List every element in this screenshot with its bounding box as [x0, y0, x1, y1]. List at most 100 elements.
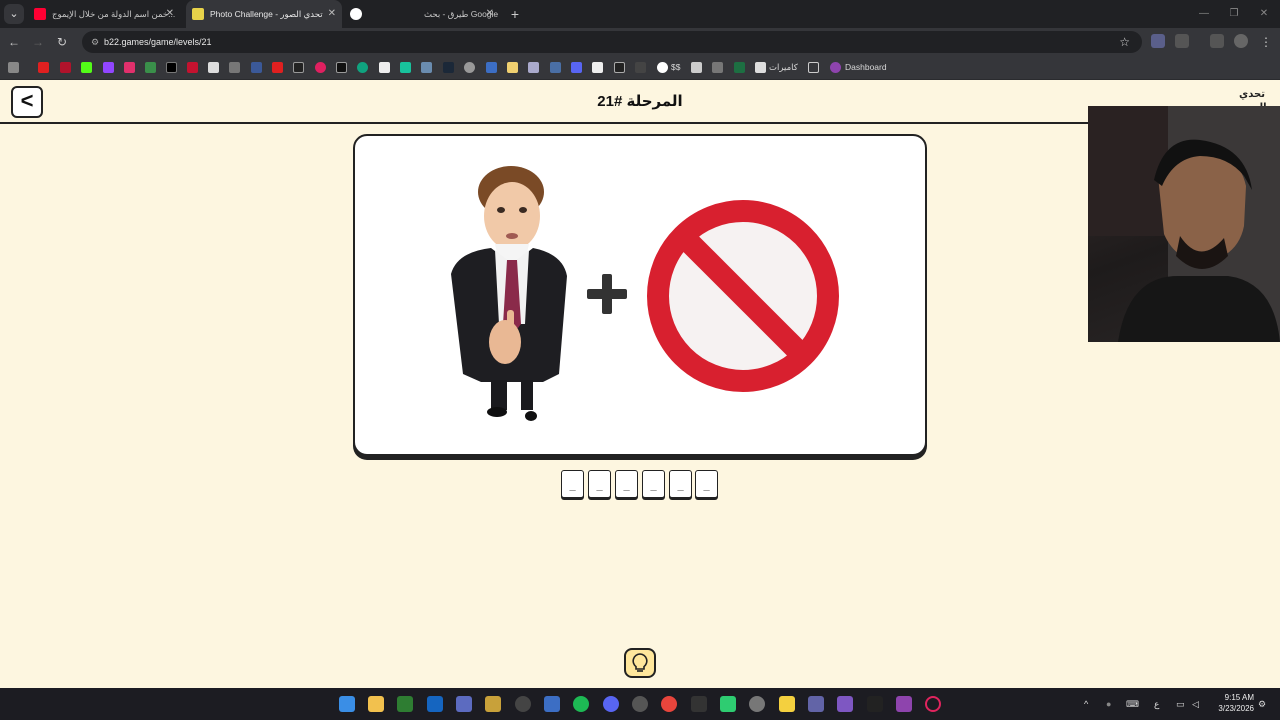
tab-search-icon[interactable]: [1210, 34, 1224, 48]
site-info-icon[interactable]: ⚙: [88, 35, 102, 49]
microphone-icon[interactable]: ●: [1106, 688, 1111, 720]
taskbar-4k-icon[interactable]: [515, 696, 531, 712]
taskbar-app-icon[interactable]: [691, 696, 707, 712]
tab-pinned[interactable]: [344, 0, 368, 28]
bookmark-icon[interactable]: [251, 62, 262, 73]
bookmark-dollar-label[interactable]: $$: [671, 56, 680, 78]
reload-icon[interactable]: ↻: [52, 32, 72, 52]
taskbar-app-icon[interactable]: [397, 696, 413, 712]
letter-slot[interactable]: _: [642, 470, 665, 498]
close-icon[interactable]: ✕: [486, 0, 494, 28]
spotify-icon[interactable]: [573, 696, 589, 712]
teams-icon[interactable]: [808, 696, 824, 712]
bookmark-icon[interactable]: [187, 62, 198, 73]
windows-start-icon[interactable]: [339, 696, 355, 712]
tab-google-search[interactable]: طيرق - بحث Google ✕: [400, 0, 500, 28]
bookmark-twitch-icon[interactable]: [103, 62, 114, 73]
taskbar-app-icon[interactable]: [544, 696, 560, 712]
chrome-icon[interactable]: [661, 696, 677, 712]
keyboard-icon[interactable]: ⌨: [1126, 688, 1139, 720]
file-explorer-icon[interactable]: [368, 696, 384, 712]
address-bar[interactable]: ⚙ b22.games/game/levels/21 ☆: [82, 31, 1142, 53]
bookmark-cameras-label[interactable]: كاميرات: [769, 56, 798, 78]
new-tab-button[interactable]: +: [505, 4, 525, 24]
bookmark-icon[interactable]: [592, 62, 603, 73]
taskbar-app-icon[interactable]: [632, 696, 648, 712]
bookmark-icon[interactable]: [315, 62, 326, 73]
taskbar-clock[interactable]: 9:15 AM 3/23/2026: [1206, 692, 1254, 714]
profile-avatar[interactable]: [1234, 34, 1248, 48]
bookmark-icon[interactable]: [357, 62, 368, 73]
close-icon[interactable]: ✕: [328, 0, 336, 28]
letter-slot[interactable]: _: [561, 470, 584, 498]
letter-slot[interactable]: _: [615, 470, 638, 498]
opera-icon[interactable]: [925, 696, 941, 712]
apps-grid-icon[interactable]: [8, 62, 19, 73]
bookmark-icon[interactable]: [145, 62, 156, 73]
volume-icon[interactable]: ◁: [1192, 688, 1199, 720]
bookmark-icon[interactable]: [379, 62, 390, 73]
maximize-icon[interactable]: ❐: [1218, 0, 1250, 28]
bookmark-instagram-icon[interactable]: [124, 62, 135, 73]
tab-search-button[interactable]: ⌄: [4, 4, 24, 24]
taskbar-app-icon[interactable]: [427, 696, 443, 712]
taskbar-app-icon[interactable]: [456, 696, 472, 712]
tray-chevron-icon[interactable]: ^: [1084, 688, 1088, 720]
taskbar-app-icon[interactable]: [867, 696, 883, 712]
tab-emoji-country[interactable]: خمن اسم الدولة من خلال الإيموج... ✕: [28, 0, 180, 28]
bookmark-icon[interactable]: [507, 62, 518, 73]
bookmark-icon[interactable]: [691, 62, 702, 73]
bookmark-icon[interactable]: [486, 62, 497, 73]
minimize-icon[interactable]: —: [1188, 0, 1220, 28]
close-icon[interactable]: ✕: [166, 0, 174, 28]
notification-icon[interactable]: ⚙: [1258, 688, 1266, 720]
bookmark-icon[interactable]: [550, 62, 561, 73]
extension-icon[interactable]: [1151, 34, 1165, 48]
bookmark-icon[interactable]: [336, 62, 347, 73]
bookmark-icon[interactable]: [400, 62, 411, 73]
forward-arrow-icon[interactable]: →: [28, 32, 48, 52]
bookmark-icon[interactable]: [293, 62, 304, 73]
bookmark-icon[interactable]: [571, 62, 582, 73]
bookmark-icon[interactable]: [272, 62, 283, 73]
bookmark-kick-icon[interactable]: [81, 62, 92, 73]
puzzle-extensions-icon[interactable]: [1175, 34, 1189, 48]
back-button[interactable]: <: [11, 86, 43, 118]
bookmark-youtube-icon[interactable]: [38, 62, 49, 73]
window-close-icon[interactable]: ✕: [1248, 0, 1280, 28]
bookmark-icon[interactable]: [755, 62, 766, 73]
menu-kebab-icon[interactable]: ⋮: [1256, 32, 1276, 52]
bookmark-google-icon[interactable]: [657, 62, 668, 73]
bookmark-icon[interactable]: [464, 62, 475, 73]
bookmark-icon[interactable]: [443, 62, 454, 73]
taskbar-app-icon[interactable]: [837, 696, 853, 712]
bookmark-x-icon[interactable]: [166, 62, 177, 73]
bookmark-icon[interactable]: [229, 62, 240, 73]
bookmark-icon[interactable]: [421, 62, 432, 73]
hint-button[interactable]: [624, 648, 656, 678]
logo-word: تحدي: [1239, 89, 1265, 100]
letter-slot[interactable]: _: [669, 470, 692, 498]
sticky-notes-icon[interactable]: [779, 696, 795, 712]
bookmark-icon[interactable]: [60, 62, 71, 73]
tab-photo-challenge[interactable]: Photo Challenge - تحدي الصور ✕: [186, 0, 342, 28]
taskbar-app-icon[interactable]: [749, 696, 765, 712]
folder-icon[interactable]: [808, 62, 819, 73]
discord-icon[interactable]: [603, 696, 619, 712]
bookmark-dashboard-label[interactable]: Dashboard: [845, 56, 887, 78]
network-icon[interactable]: ▭: [1176, 688, 1185, 720]
taskbar-app-icon[interactable]: [485, 696, 501, 712]
language-indicator[interactable]: ع: [1154, 688, 1159, 720]
bookmark-icon[interactable]: [712, 62, 723, 73]
bookmark-icon[interactable]: [635, 62, 646, 73]
bookmark-star-icon[interactable]: ☆: [1119, 31, 1130, 53]
back-arrow-icon[interactable]: ←: [4, 32, 24, 52]
letter-slot[interactable]: _: [695, 470, 718, 498]
letter-slot[interactable]: _: [588, 470, 611, 498]
taskbar-app-icon[interactable]: [896, 696, 912, 712]
bookmark-icon[interactable]: [614, 62, 625, 73]
bookmark-excel-icon[interactable]: [734, 62, 745, 73]
bookmark-icon[interactable]: [208, 62, 219, 73]
bookmark-icon[interactable]: [528, 62, 539, 73]
taskbar-app-icon[interactable]: [720, 696, 736, 712]
